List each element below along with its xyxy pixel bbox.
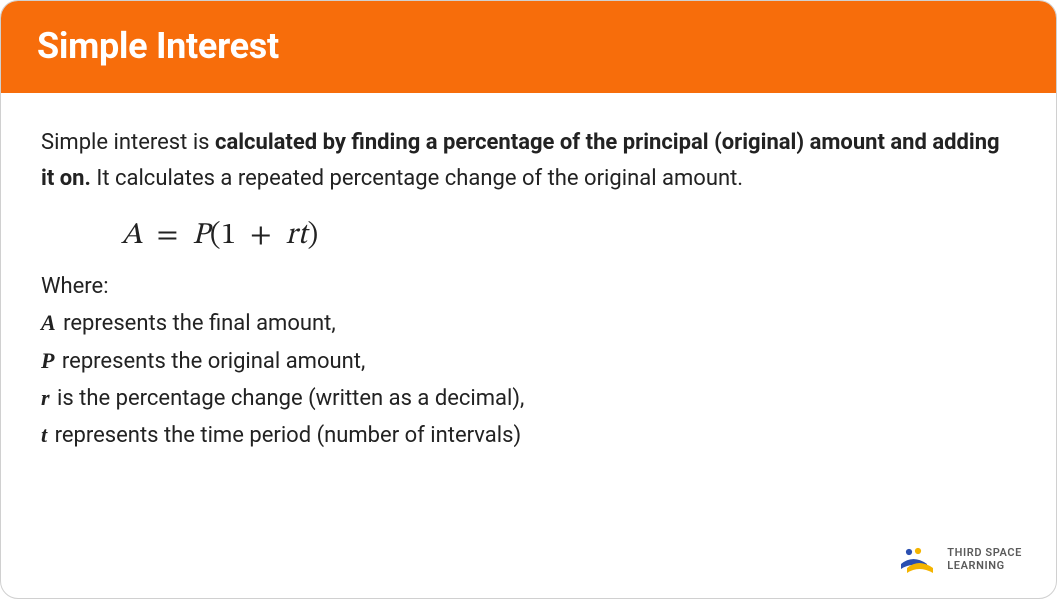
card-title: Simple Interest [37, 25, 1020, 67]
def-line: A represents the final amount, [41, 305, 1016, 342]
brand-logo-text: THIRD SPACE LEARNING [947, 547, 1022, 572]
formula-A: A [121, 221, 143, 251]
def-var: r [41, 385, 52, 410]
def-line: P represents the original amount, [41, 343, 1016, 380]
def-text: represents the final amount, [58, 311, 336, 336]
def-var: A [41, 310, 58, 335]
definitions: Where: A represents the final amount, P … [41, 269, 1016, 454]
def-text: represents the time period (number of in… [49, 423, 521, 448]
brand-line2: LEARNING [947, 560, 1022, 573]
def-var: P [41, 348, 56, 373]
intro-tail: It calculates a repeated percentage chan… [91, 166, 743, 191]
def-text: is the percentage change (written as a d… [52, 386, 525, 411]
info-card: Simple Interest Simple interest is calcu… [0, 0, 1057, 599]
card-header: Simple Interest [1, 1, 1056, 93]
formula-one: 1 [221, 221, 236, 251]
brand-logo-icon [897, 546, 937, 574]
brand-footer: THIRD SPACE LEARNING [897, 546, 1022, 574]
formula-t: t [298, 221, 308, 251]
def-text: represents the original amount, [56, 349, 365, 374]
def-line: t represents the time period (number of … [41, 417, 1016, 454]
formula-plus: + [236, 221, 285, 251]
intro-paragraph: Simple interest is calculated by finding… [41, 125, 1016, 198]
formula-equals: = [151, 221, 185, 251]
where-label: Where: [41, 269, 1016, 305]
formula: A = P(1 + rt) [41, 208, 1016, 268]
formula-close-paren: ) [308, 221, 319, 251]
intro-lead: Simple interest is [41, 130, 215, 155]
def-line: r is the percentage change (written as a… [41, 380, 1016, 417]
card-body: Simple interest is calculated by finding… [1, 93, 1056, 475]
def-var: t [41, 422, 49, 447]
formula-open-paren: ( [210, 221, 221, 251]
formula-r: r [286, 221, 298, 251]
formula-P: P [192, 221, 210, 251]
